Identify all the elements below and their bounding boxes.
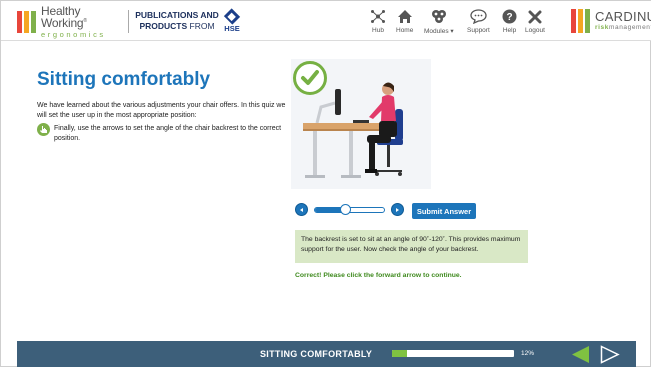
check-icon [293,61,327,95]
nav-home[interactable]: Home [396,8,413,34]
nav-logout[interactable]: Logout [525,8,545,34]
logo-bars [17,11,36,33]
app-frame: Healthy Working® ergonomics PUBLICATIONS… [0,0,651,367]
previous-button[interactable] [570,345,590,367]
nav-support[interactable]: Support [467,8,490,34]
cardinus-line2-bold: risk [595,24,609,32]
cardinus-line1: CARDINUS [595,9,651,25]
nav-logout-label: Logout [525,27,545,34]
slider-thumb[interactable] [340,204,351,215]
next-button[interactable] [600,345,620,367]
logout-icon [528,8,542,25]
hse-label: HSE [224,24,240,33]
progress-percent: 12% [521,350,535,357]
cardinus-logo-bars [571,9,590,33]
help-icon: ? [502,8,517,25]
hub-icon [370,8,386,25]
support-icon [470,8,487,25]
publications-line2-bold: PRODUCTS [139,21,188,31]
nav-home-label: Home [396,27,414,34]
footer-bar: SITTING COMFORTABLY 12% [17,341,636,367]
decrease-button[interactable] [295,203,308,216]
page-title: Sitting comfortably [37,69,211,90]
nav-modules[interactable]: Modules ▾ [424,8,454,35]
hse-mark-icon [223,8,241,25]
arrow-right-icon [396,207,399,212]
intro-text: We have learned about the various adjust… [37,102,286,119]
hand-pointer-icon [37,123,50,136]
correct-message: Correct! Please click the forward arrow … [295,272,462,279]
logo-line2: ergonomics [41,30,106,40]
hse-logo: HSE [221,8,243,33]
cardinus-line2-rest: management [608,24,651,32]
cardinus-logo: CARDINUS riskmanagement [571,9,651,33]
header-divider [128,10,129,33]
feedback-box: The backrest is set to sit at an angle o… [295,230,528,263]
nav-help[interactable]: ? Help [502,8,517,34]
nav-hub-label: Hub [372,27,384,34]
section-title: SITTING COMFORTABLY [260,349,373,359]
nav-help-label: Help [502,27,517,34]
arrow-left-icon [300,207,303,212]
submit-answer-button[interactable]: Submit Answer [412,203,476,219]
svg-text:?: ? [506,12,512,23]
modules-icon [430,8,448,25]
increase-button[interactable] [391,203,404,216]
arrow-forward-icon [600,345,620,364]
header: Healthy Working® ergonomics PUBLICATIONS… [1,1,651,41]
nav-modules-label: Modules [424,28,449,35]
nav-hub[interactable]: Hub [370,8,386,34]
logo-line1: Healthy Working [41,4,84,31]
publications-line1: PUBLICATIONS AND [135,10,219,20]
home-icon [397,8,413,25]
progress-fill [392,350,407,357]
instruction: Finally, use the arrows to set the angle… [37,123,287,144]
healthy-working-logo: Healthy Working® ergonomics [17,5,121,38]
registered-mark: ® [83,18,87,25]
chevron-down-icon: ▾ [450,28,454,35]
instruction-text: Finally, use the arrows to set the angle… [54,125,282,142]
arrow-back-icon [572,346,589,363]
nav-support-label: Support [467,27,490,34]
progress-bar [392,350,514,357]
publications-text: PUBLICATIONS AND PRODUCTS FROM [135,10,219,32]
publications-line2-rest: FROM [187,21,215,31]
